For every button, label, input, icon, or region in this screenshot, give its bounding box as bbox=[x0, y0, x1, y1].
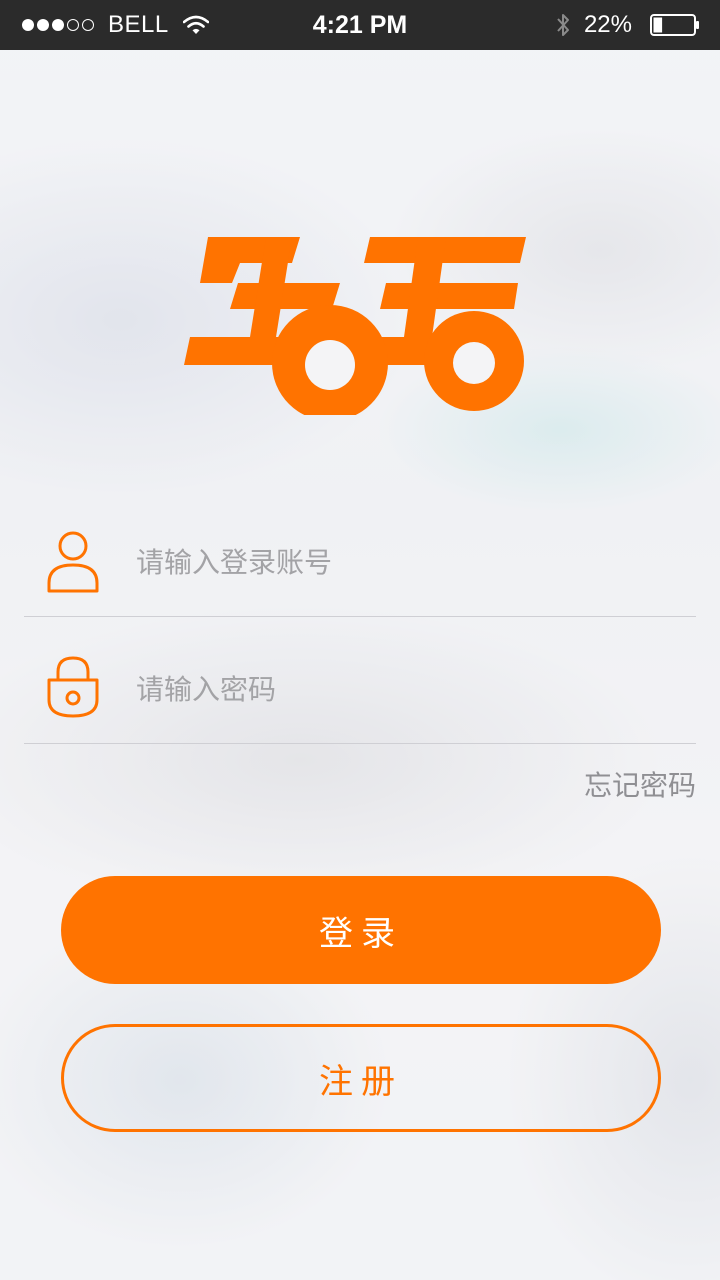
car-logo-icon bbox=[184, 237, 526, 415]
status-right: 22% bbox=[556, 0, 700, 50]
user-icon bbox=[47, 531, 99, 593]
login-button[interactable]: 登录 bbox=[61, 876, 661, 984]
lock-icon bbox=[47, 656, 99, 718]
battery-percent: 22% bbox=[583, 11, 632, 38]
username-row bbox=[24, 507, 696, 617]
password-row bbox=[24, 634, 696, 744]
register-button[interactable]: 注册 bbox=[61, 1024, 661, 1132]
password-input[interactable] bbox=[136, 654, 676, 724]
status-bar: BELL 4:21 PM 22% bbox=[0, 0, 720, 50]
forgot-password-link[interactable]: 忘记密码 bbox=[584, 764, 696, 804]
username-input[interactable] bbox=[136, 527, 676, 597]
bluetooth-icon bbox=[557, 14, 569, 36]
battery-icon bbox=[650, 14, 699, 36]
